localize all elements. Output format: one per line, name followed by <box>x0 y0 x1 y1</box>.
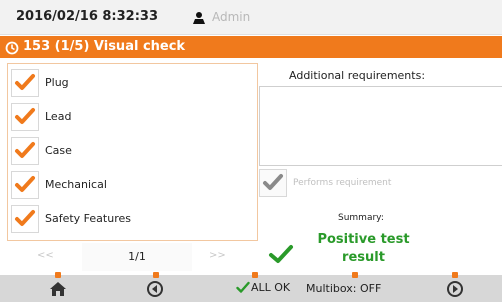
pager-next-button[interactable]: >> <box>209 250 226 261</box>
all-ok-label: ALL OK <box>251 281 291 294</box>
page-title: 153 (1/5) Visual check <box>23 39 186 54</box>
summary-label: Summary: <box>338 213 384 223</box>
check-item-lead[interactable]: Lead <box>8 102 257 132</box>
check-label: Plug <box>45 76 69 89</box>
check-icon[interactable] <box>11 205 39 233</box>
check-icon[interactable] <box>11 171 39 199</box>
tick-marker <box>352 272 358 278</box>
tick-marker <box>55 272 61 278</box>
user-icon <box>192 10 206 24</box>
check-label: Mechanical <box>45 178 107 191</box>
performs-requirement-checkbox[interactable] <box>259 169 287 197</box>
check-label: Case <box>45 144 72 157</box>
performs-requirement-label: Performs requirement <box>293 178 392 188</box>
check-item-safety-features[interactable]: Safety Features <box>8 204 257 234</box>
title-bar: 153 (1/5) Visual check <box>0 36 502 58</box>
result-check-icon <box>268 243 294 265</box>
top-bar: 2016/02/16 8:32:33 Admin <box>0 0 502 35</box>
check-label: Safety Features <box>45 212 131 225</box>
check-item-plug[interactable]: Plug <box>8 68 257 98</box>
tick-marker <box>452 272 458 278</box>
check-icon[interactable] <box>11 137 39 165</box>
forward-icon[interactable] <box>445 279 465 299</box>
datetime: 2016/02/16 8:32:33 <box>16 9 159 24</box>
check-item-case[interactable]: Case <box>8 136 257 166</box>
check-item-mechanical[interactable]: Mechanical <box>8 170 257 200</box>
username: Admin <box>212 10 251 24</box>
all-ok-button[interactable]: ALL OK <box>236 281 290 294</box>
back-icon[interactable] <box>145 279 165 299</box>
tick-marker <box>153 272 159 278</box>
summary-result-continued: result <box>342 250 385 265</box>
check-icon <box>236 281 250 293</box>
additional-requirements-field[interactable] <box>259 86 502 166</box>
bottom-bar: ALL OK Multibox: OFF <box>0 272 502 302</box>
home-icon[interactable] <box>48 279 68 299</box>
checklist: Plug Lead Case Mechanical Safety Feature… <box>7 63 258 241</box>
tick-marker <box>252 272 258 278</box>
check-icon[interactable] <box>11 103 39 131</box>
additional-requirements-label: Additional requirements: <box>289 69 426 82</box>
checklist-pager: << 1/1 >> <box>7 243 256 271</box>
visual-check-icon <box>5 40 19 55</box>
multibox-toggle[interactable]: Multibox: OFF <box>306 282 381 295</box>
pager-prev-button[interactable]: << <box>37 250 54 261</box>
summary-result: Positive test <box>317 232 410 247</box>
pager-page-indicator: 1/1 <box>82 243 192 271</box>
check-label: Lead <box>45 110 72 123</box>
check-icon[interactable] <box>11 69 39 97</box>
